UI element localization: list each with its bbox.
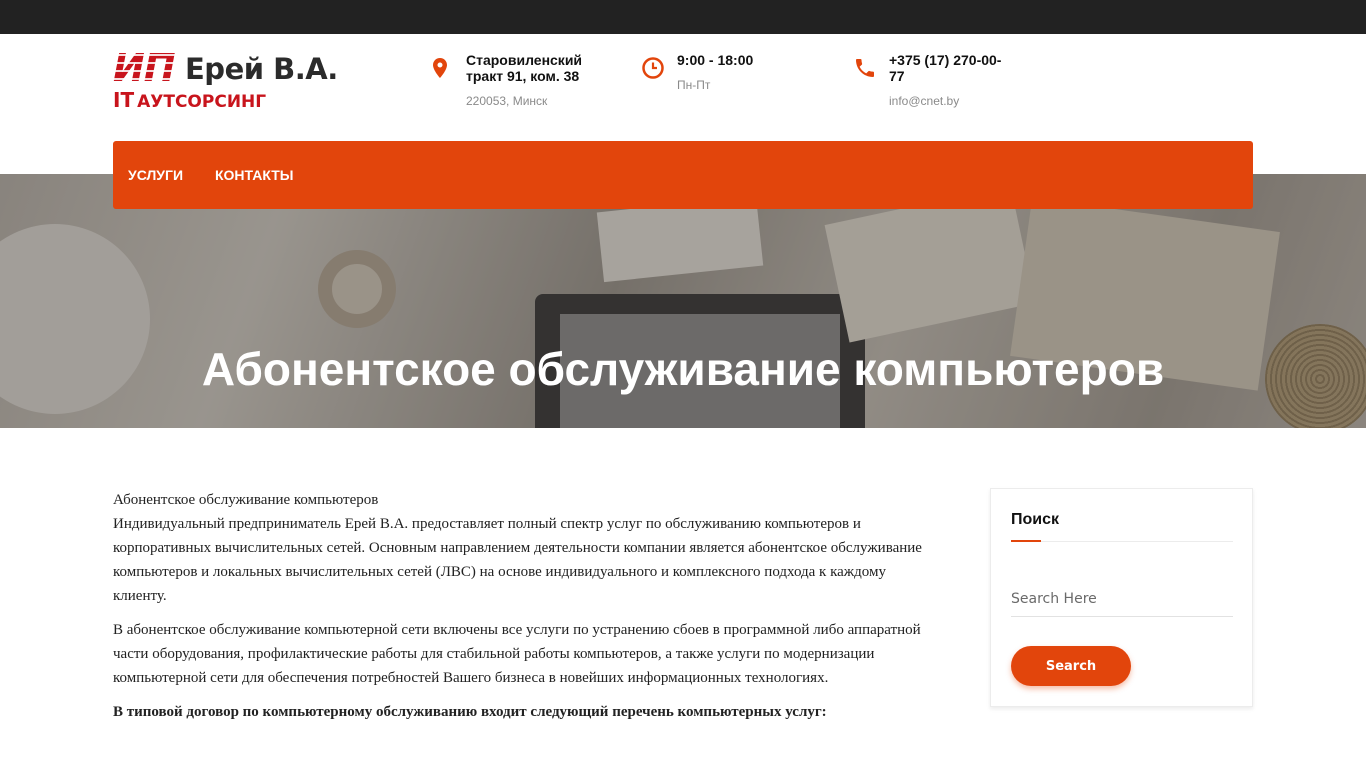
main-content: Абонентское обслуживание компьютеров Инд…: [113, 488, 933, 734]
address-line-2: тракт 91, ком. 38: [466, 68, 580, 84]
hours-title: 9:00 - 18:00: [677, 52, 754, 68]
logo-subtitle: IT АУТСОРСИНГ: [113, 88, 266, 112]
address-line-1: Старовиленский: [466, 52, 583, 68]
top-bar: [0, 0, 1366, 34]
logo-it: IT: [113, 88, 135, 112]
search-widget: Поиск Search: [990, 488, 1253, 707]
nav-item-contacts[interactable]: КОНТАКТЫ: [215, 141, 293, 209]
intro-text: Индивидуальный предприниматель Ерей В.А.…: [113, 516, 922, 604]
phone-line-2[interactable]: 77: [889, 68, 905, 84]
phone-icon: [856, 59, 874, 77]
search-input[interactable]: [1011, 581, 1233, 617]
logo-name: Ерей В.А.: [185, 52, 338, 86]
search-button[interactable]: Search: [1011, 646, 1131, 686]
clock-icon: [642, 57, 664, 79]
logo-stripes: [113, 48, 181, 88]
widget-title-accent: [1011, 540, 1041, 542]
intro-heading-line: Абонентское обслуживание компьютеров: [113, 492, 379, 508]
hours-days: Пн-Пт: [677, 78, 711, 92]
widget-title-divider: [1011, 541, 1233, 542]
search-widget-title: Поиск: [1011, 511, 1060, 528]
page-title: Абонентское обслуживание компьютеров: [201, 343, 1165, 395]
nav-item-services[interactable]: УСЛУГИ: [128, 141, 183, 209]
logo-outsourcing: АУТСОРСИНГ: [137, 92, 267, 112]
intro-paragraph: Абонентское обслуживание компьютеров Инд…: [113, 488, 933, 608]
hero-banner: Абонентское обслуживание компьютеров: [0, 174, 1366, 428]
logo[interactable]: ИП Ерей В.А. ITАУТСОРСИНГ: [113, 48, 353, 112]
phone-line-1[interactable]: +375 (17) 270-00-: [889, 52, 1001, 68]
contract-heading: В типовой договор по компьютерному обслу…: [113, 704, 827, 720]
map-pin-icon: [433, 58, 447, 78]
email-link[interactable]: info@cnet.by: [889, 94, 959, 108]
address-postcode: 220053, Минск: [466, 94, 548, 108]
main-nav: УСЛУГИ КОНТАКТЫ: [113, 141, 1253, 209]
services-paragraph: В абонентское обслуживание компьютерной …: [113, 622, 921, 686]
